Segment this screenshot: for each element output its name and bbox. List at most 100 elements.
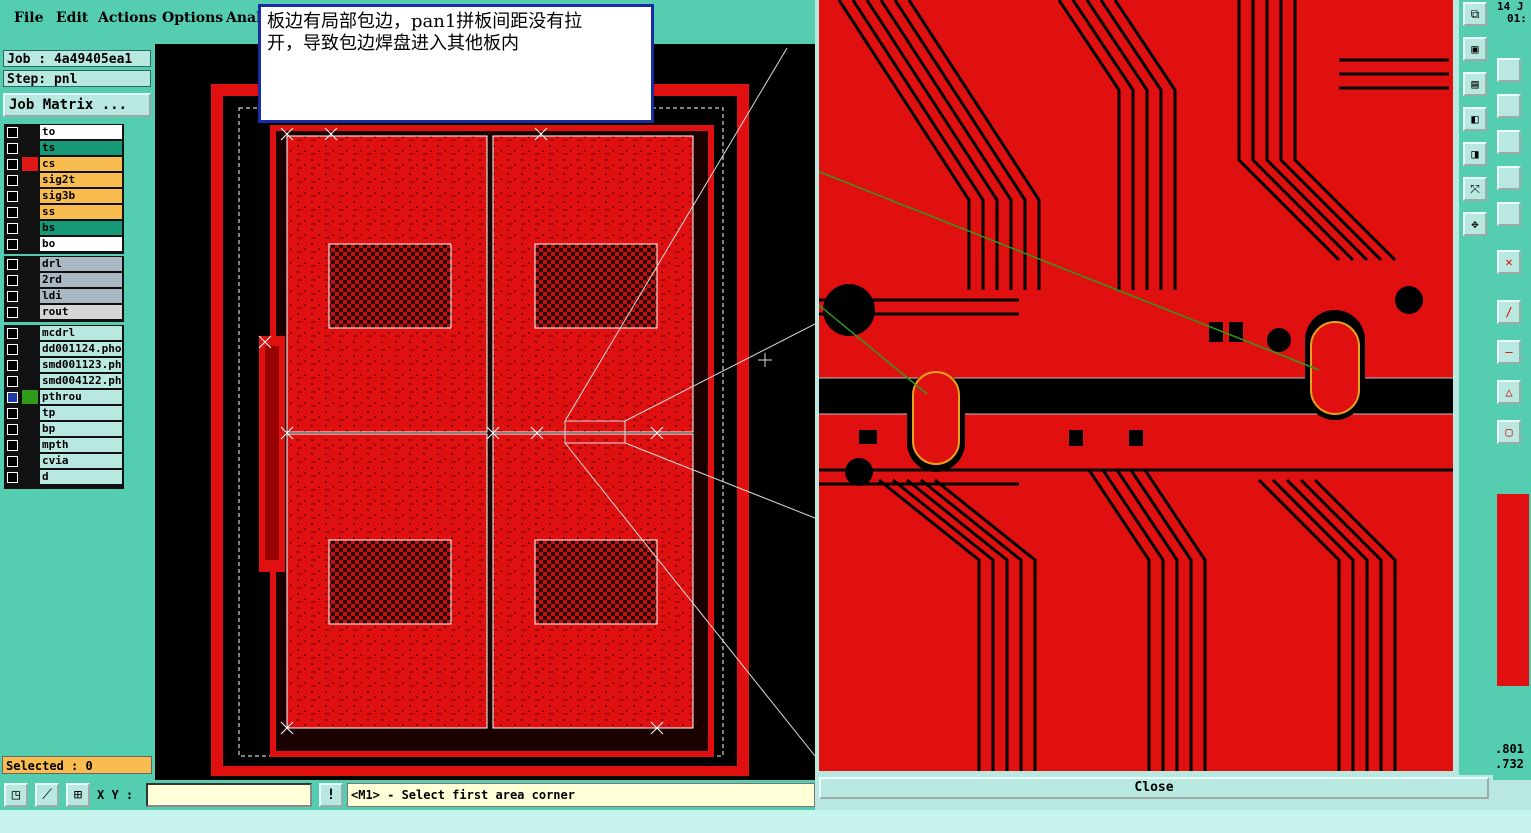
layer-name[interactable]: drl bbox=[40, 257, 122, 271]
layer-checkbox[interactable] bbox=[7, 207, 18, 218]
layer-name[interactable]: bo bbox=[40, 237, 122, 251]
tool-icon-9[interactable]: △ bbox=[1497, 380, 1521, 404]
layer-row-bp[interactable]: bp bbox=[4, 421, 124, 437]
layer-checkbox[interactable] bbox=[7, 376, 18, 387]
zoom-fit-icon[interactable]: ⤧ bbox=[1463, 177, 1487, 201]
tool-icon-5[interactable] bbox=[1497, 202, 1521, 226]
menu-edit[interactable]: Edit bbox=[56, 10, 88, 26]
job-matrix-button[interactable]: Job Matrix ... bbox=[3, 93, 151, 117]
alert-icon[interactable]: ! bbox=[319, 783, 343, 807]
menu-actions[interactable]: Actions bbox=[98, 10, 157, 26]
layer-row-ldi[interactable]: ldi bbox=[4, 288, 124, 304]
layer-checkbox[interactable] bbox=[7, 127, 18, 138]
layer-name[interactable]: bs bbox=[40, 221, 122, 235]
layer-name[interactable]: pthrou bbox=[40, 390, 122, 404]
layer-color-mark[interactable] bbox=[22, 454, 38, 468]
layer-color-mark[interactable] bbox=[22, 273, 38, 287]
zoom-in-icon[interactable]: ▣ bbox=[1463, 37, 1487, 61]
close-button[interactable]: Close bbox=[819, 777, 1489, 799]
layer-checkbox[interactable] bbox=[7, 291, 18, 302]
layer-name[interactable]: sig3b bbox=[40, 189, 122, 203]
layer-row-d[interactable]: d bbox=[4, 469, 124, 485]
layer-checkbox[interactable] bbox=[7, 239, 18, 250]
layer-name[interactable]: ss bbox=[40, 205, 122, 219]
layer-row-smd004122-ph[interactable]: smd004122.ph bbox=[4, 373, 124, 389]
layer-name[interactable]: rout bbox=[40, 305, 122, 319]
layer-name[interactable]: mpth bbox=[40, 438, 122, 452]
layer-row-cvia[interactable]: cvia bbox=[4, 453, 124, 469]
layer-color-mark[interactable] bbox=[22, 438, 38, 452]
menu-analysis[interactable]: Anal bbox=[226, 10, 261, 26]
layer-name[interactable]: ts bbox=[40, 141, 122, 155]
layer-checkbox[interactable] bbox=[7, 360, 18, 371]
layer-row-ss[interactable]: ss bbox=[4, 204, 124, 220]
pan-left-icon[interactable]: ◧ bbox=[1463, 107, 1487, 131]
layer-name[interactable]: mcdrl bbox=[40, 326, 122, 340]
measure-icon[interactable]: ⟋ bbox=[35, 783, 59, 807]
layer-color-mark[interactable] bbox=[22, 406, 38, 420]
layer-checkbox[interactable] bbox=[7, 259, 18, 270]
layer-color-mark[interactable] bbox=[22, 257, 38, 271]
layer-color-mark[interactable] bbox=[22, 422, 38, 436]
layer-row-cs[interactable]: cs bbox=[4, 156, 124, 172]
layer-row-dd001124-pho[interactable]: dd001124.pho bbox=[4, 341, 124, 357]
tool-icon-1[interactable] bbox=[1497, 58, 1521, 82]
layer-name[interactable]: sig2t bbox=[40, 173, 122, 187]
layer-name[interactable]: smd004122.ph bbox=[40, 374, 122, 388]
layer-color-mark[interactable] bbox=[22, 289, 38, 303]
layer-checkbox[interactable] bbox=[7, 424, 18, 435]
tool-icon-10[interactable]: ▢ bbox=[1497, 420, 1521, 444]
layer-name[interactable]: ldi bbox=[40, 289, 122, 303]
zoom-out-icon[interactable]: ▤ bbox=[1463, 72, 1487, 96]
layer-row-sig3b[interactable]: sig3b bbox=[4, 188, 124, 204]
layer-name[interactable]: cs bbox=[40, 157, 122, 171]
layer-color-mark[interactable] bbox=[22, 141, 38, 155]
layer-row-mcdrl[interactable]: mcdrl bbox=[4, 325, 124, 341]
layer-row-smd001123-ph[interactable]: smd001123.ph bbox=[4, 357, 124, 373]
tool-icon-2[interactable] bbox=[1497, 94, 1521, 118]
layer-row-pthrou[interactable]: pthrou bbox=[4, 389, 124, 405]
layer-row-sig2t[interactable]: sig2t bbox=[4, 172, 124, 188]
layer-color-mark[interactable] bbox=[22, 470, 38, 484]
layer-color-mark[interactable] bbox=[22, 390, 38, 404]
layer-checkbox[interactable] bbox=[7, 275, 18, 286]
zoom-home-icon[interactable]: ⧉ bbox=[1463, 2, 1487, 26]
layer-color-mark[interactable] bbox=[22, 205, 38, 219]
menu-file[interactable]: File bbox=[14, 10, 43, 26]
zoom-view[interactable] bbox=[819, 0, 1453, 771]
layer-color-mark[interactable] bbox=[22, 173, 38, 187]
layer-name[interactable]: smd001123.ph bbox=[40, 358, 122, 372]
layer-row-bs[interactable]: bs bbox=[4, 220, 124, 236]
layer-row-mpth[interactable]: mpth bbox=[4, 437, 124, 453]
layer-checkbox[interactable] bbox=[7, 408, 18, 419]
layer-name[interactable]: tp bbox=[40, 406, 122, 420]
layer-name[interactable]: cvia bbox=[40, 454, 122, 468]
layer-row-rout[interactable]: rout bbox=[4, 304, 124, 320]
layer-checkbox[interactable] bbox=[7, 344, 18, 355]
layer-color-mark[interactable] bbox=[22, 326, 38, 340]
zoom-area-icon[interactable]: ✥ bbox=[1463, 212, 1487, 236]
layer-row-to[interactable]: to bbox=[4, 124, 124, 140]
layer-name[interactable]: dd001124.pho bbox=[40, 342, 122, 356]
layer-row-bo[interactable]: bo bbox=[4, 236, 124, 252]
layer-name[interactable]: 2rd bbox=[40, 273, 122, 287]
tool-icon-3[interactable] bbox=[1497, 130, 1521, 154]
tool-icon-7[interactable]: / bbox=[1497, 300, 1521, 324]
xy-input[interactable] bbox=[146, 783, 312, 807]
layer-row-ts[interactable]: ts bbox=[4, 140, 124, 156]
layer-color-mark[interactable] bbox=[22, 125, 38, 139]
layer-name[interactable]: bp bbox=[40, 422, 122, 436]
layer-color-mark[interactable] bbox=[22, 221, 38, 235]
tool-icon-4[interactable] bbox=[1497, 166, 1521, 190]
tool-icon-6[interactable]: ✕ bbox=[1497, 250, 1521, 274]
layer-color-mark[interactable] bbox=[22, 237, 38, 251]
layer-checkbox[interactable] bbox=[7, 456, 18, 467]
grid-icon[interactable]: ⊞ bbox=[66, 783, 90, 807]
layer-checkbox[interactable] bbox=[7, 392, 18, 403]
layer-color-mark[interactable] bbox=[22, 157, 38, 171]
layer-color-mark[interactable] bbox=[22, 342, 38, 356]
snap-icon[interactable]: ◳ bbox=[4, 783, 28, 807]
layer-checkbox[interactable] bbox=[7, 328, 18, 339]
layer-row-2rd[interactable]: 2rd bbox=[4, 272, 124, 288]
layer-row-tp[interactable]: tp bbox=[4, 405, 124, 421]
